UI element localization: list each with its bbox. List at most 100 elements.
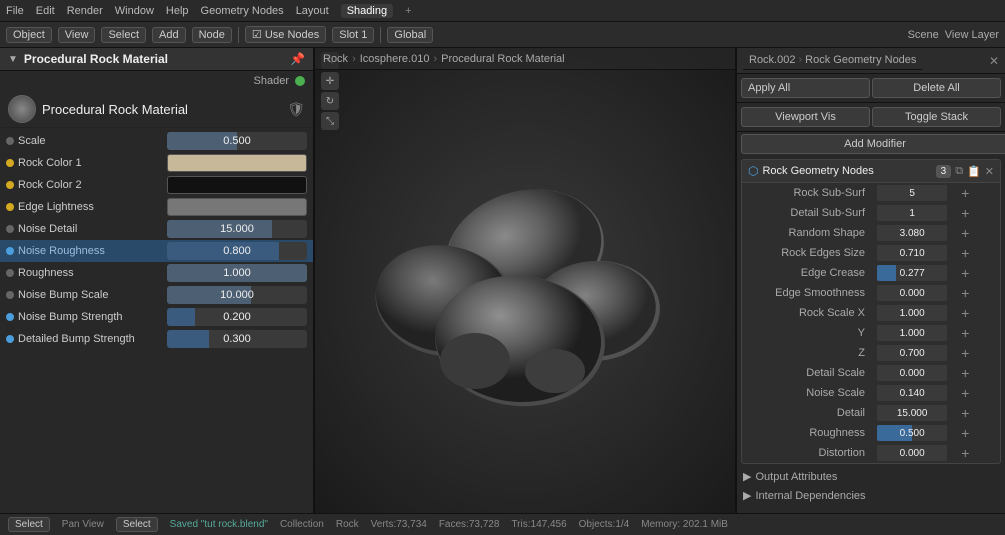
rock-scale-x-value[interactable]: 1.000	[877, 305, 947, 321]
noise-bump-scale-label: Noise Bump Scale	[18, 289, 163, 301]
node-btn[interactable]: Node	[192, 27, 232, 43]
nav-rock-geo[interactable]: Rock Geometry Nodes	[805, 54, 916, 66]
plus-rock-scale-x[interactable]: +	[959, 305, 971, 321]
select-mode-btn[interactable]: Select	[8, 517, 50, 532]
add-workspace-icon[interactable]: +	[405, 5, 411, 17]
prop-scale[interactable]: Scale 0.500	[0, 130, 313, 152]
prop-noise-bump-strength[interactable]: Noise Bump Strength 0.200	[0, 306, 313, 328]
detail-sub-surf-value[interactable]: 1	[877, 205, 947, 221]
roughness-right-value[interactable]: 0.500	[877, 425, 947, 441]
plus-roughness[interactable]: +	[959, 425, 971, 441]
menu-shading[interactable]: Shading	[341, 4, 393, 18]
apply-all-btn[interactable]: Apply All	[741, 78, 870, 98]
prop-edge-lightness[interactable]: Edge Lightness	[0, 196, 313, 218]
plus-detail-scale[interactable]: +	[959, 365, 971, 381]
plus-rock-edges-size[interactable]: +	[959, 245, 971, 261]
menu-layout[interactable]: Layout	[296, 5, 329, 17]
modifier-close-icon[interactable]: ✕	[985, 165, 994, 178]
select-btn-right[interactable]: Select	[116, 517, 158, 532]
scale-value[interactable]: 0.500	[167, 132, 307, 150]
prop-noise-roughness[interactable]: Noise Roughness 0.800	[0, 240, 313, 262]
random-shape-value[interactable]: 3.080	[877, 225, 947, 241]
dot-detailed-bump-strength	[6, 335, 14, 343]
use-nodes-btn[interactable]: ☑ Use Nodes	[245, 26, 326, 43]
material-row[interactable]: Procedural Rock Material 🛡	[0, 91, 313, 128]
viewport[interactable]: Rock › Icosphere.010 › Procedural Rock M…	[315, 48, 735, 513]
modifier-paste-icon[interactable]: 📋	[967, 165, 981, 178]
tool-rotate[interactable]: ↻	[321, 92, 339, 110]
detailed-bump-strength-value[interactable]: 0.300	[167, 330, 307, 348]
plus-detail-sub-surf[interactable]: +	[959, 205, 971, 221]
prop-noise-detail[interactable]: Noise Detail 15.000	[0, 218, 313, 240]
z-value[interactable]: 0.700	[877, 345, 947, 361]
internal-dependencies-section[interactable]: ▶ Internal Dependencies	[737, 486, 1005, 505]
noise-bump-scale-value[interactable]: 10.000	[167, 286, 307, 304]
menu-render[interactable]: Render	[67, 5, 103, 17]
global-btn[interactable]: Global	[387, 27, 433, 43]
tool-move[interactable]: ✛	[321, 72, 339, 90]
plus-noise-scale[interactable]: +	[959, 385, 971, 401]
output-attributes-section[interactable]: ▶ Output Attributes	[737, 467, 1005, 486]
prop-label-detail-scale: Detail Scale	[742, 363, 871, 383]
edge-smoothness-value[interactable]: 0.000	[877, 285, 947, 301]
rock-color-2-swatch[interactable]	[167, 176, 307, 194]
plus-distortion[interactable]: +	[959, 445, 971, 461]
prop-rock-color-1[interactable]: Rock Color 1	[0, 152, 313, 174]
detail-scale-value[interactable]: 0.000	[877, 365, 947, 381]
rock-color-1-swatch[interactable]	[167, 154, 307, 172]
dot-edge-lightness	[6, 203, 14, 211]
plus-random-shape[interactable]: +	[959, 225, 971, 241]
view-btn[interactable]: View	[58, 27, 96, 43]
roughness-value[interactable]: 1.000	[167, 264, 307, 282]
breadcrumb-rock[interactable]: Rock	[323, 53, 348, 65]
menu-help[interactable]: Help	[166, 5, 189, 17]
menu-window[interactable]: Window	[115, 5, 154, 17]
plus-rock-sub-surf[interactable]: +	[959, 185, 971, 201]
edge-lightness-swatch[interactable]	[167, 198, 307, 216]
rock-edges-size-value[interactable]: 0.710	[877, 245, 947, 261]
table-row: Rock Edges Size 0.710 +	[742, 243, 1000, 263]
collapse-triangle[interactable]: ▼	[8, 54, 18, 65]
toggle-stack-btn[interactable]: Toggle Stack	[872, 107, 1001, 127]
rock-sub-surf-value[interactable]: 5	[877, 185, 947, 201]
prop-noise-bump-scale[interactable]: Noise Bump Scale 10.000	[0, 284, 313, 306]
plus-y[interactable]: +	[959, 325, 971, 341]
nav-rock[interactable]: Rock.002	[749, 54, 795, 66]
plus-edge-crease[interactable]: +	[959, 265, 971, 281]
table-row: Noise Scale 0.140 +	[742, 383, 1000, 403]
select-btn-header[interactable]: Select	[101, 27, 146, 43]
menu-file[interactable]: File	[6, 5, 24, 17]
breadcrumb-sep-1: ›	[352, 53, 356, 65]
plus-edge-smoothness[interactable]: +	[959, 285, 971, 301]
pin-icon[interactable]: 📌	[290, 52, 305, 66]
delete-all-btn[interactable]: Delete All	[872, 78, 1001, 98]
breadcrumb-material[interactable]: Procedural Rock Material	[441, 53, 565, 65]
menu-edit[interactable]: Edit	[36, 5, 55, 17]
tool-scale[interactable]: ⤡	[321, 112, 339, 130]
noise-bump-strength-text: 0.200	[223, 311, 251, 323]
edge-crease-value[interactable]: 0.277	[877, 265, 947, 281]
y-value[interactable]: 1.000	[877, 325, 947, 341]
viewport-vis-btn[interactable]: Viewport Vis	[741, 107, 870, 127]
prop-detailed-bump-strength[interactable]: Detailed Bump Strength 0.300	[0, 328, 313, 350]
distortion-value[interactable]: 0.000	[877, 445, 947, 461]
verts-count: Verts:73,734	[371, 519, 427, 530]
plus-detail[interactable]: +	[959, 405, 971, 421]
detail-value[interactable]: 15.000	[877, 405, 947, 421]
slot-btn[interactable]: Slot 1	[332, 27, 374, 43]
noise-scale-value[interactable]: 0.140	[877, 385, 947, 401]
prop-roughness[interactable]: Roughness 1.000	[0, 262, 313, 284]
add-btn[interactable]: Add	[152, 27, 186, 43]
output-attrs-triangle: ▶	[743, 470, 751, 483]
add-modifier-btn[interactable]: Add Modifier	[741, 134, 1005, 154]
menu-geometry-nodes[interactable]: Geometry Nodes	[201, 5, 284, 17]
prop-rock-color-2[interactable]: Rock Color 2	[0, 174, 313, 196]
noise-bump-strength-value[interactable]: 0.200	[167, 308, 307, 326]
noise-roughness-value[interactable]: 0.800	[167, 242, 307, 260]
object-btn[interactable]: Object	[6, 27, 52, 43]
plus-z[interactable]: +	[959, 345, 971, 361]
modifier-copy-icon[interactable]: ⧉	[955, 165, 963, 178]
breadcrumb-icosphere[interactable]: Icosphere.010	[360, 53, 430, 65]
noise-detail-value[interactable]: 15.000	[167, 220, 307, 238]
panel-close-btn[interactable]: ✕	[989, 54, 999, 68]
